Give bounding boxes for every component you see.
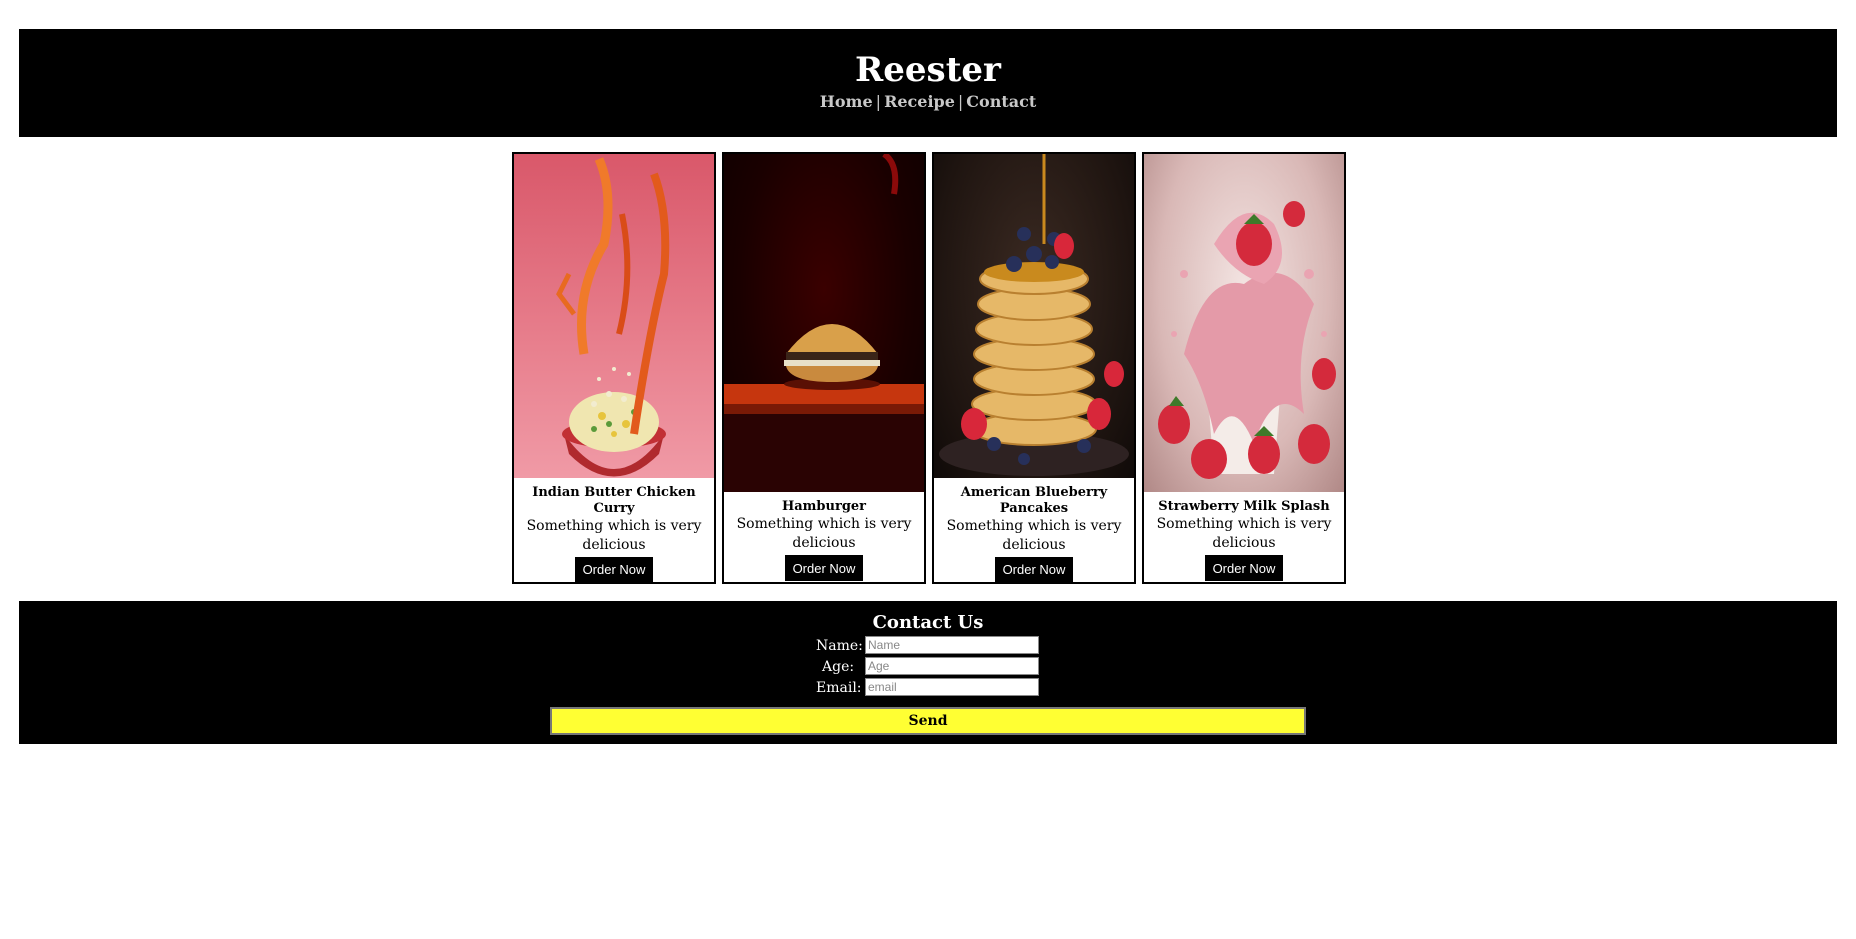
site-header: Reester Home | Receipe | Contact [19, 29, 1837, 137]
nav-separator: | [875, 92, 882, 111]
email-input[interactable] [865, 678, 1039, 696]
contact-title: Contact Us [872, 612, 984, 633]
recipe-card-milkshake: Strawberry Milk Splash Something which i… [1142, 152, 1346, 584]
recipe-card-hamburger: Hamburger Something which is very delici… [722, 152, 926, 584]
form-row-name: Name: [19, 636, 1837, 656]
nav-link-home[interactable]: Home [820, 92, 873, 111]
send-button[interactable]: Send [550, 707, 1306, 735]
card-description: Something which is very delicious [1156, 516, 1332, 551]
order-now-button[interactable]: Order Now [575, 556, 653, 582]
pancakes-image [934, 154, 1134, 478]
order-now-button[interactable]: Order Now [1205, 555, 1283, 581]
milkshake-image [1144, 154, 1344, 492]
name-label: Name: [816, 638, 863, 654]
card-title: American Blueberry Pancakes [960, 484, 1108, 516]
email-label: Email: [816, 680, 862, 696]
age-label: Age: [822, 659, 855, 675]
main-nav: Home | Receipe | Contact [19, 91, 1837, 113]
recipe-card-pancakes: American Blueberry Pancakes Something wh… [932, 152, 1136, 584]
recipe-cards: Indian Butter Chicken Curry Something wh… [512, 152, 1346, 584]
name-input[interactable] [865, 636, 1039, 654]
card-description: Something which is very delicious [526, 517, 702, 553]
card-title: Strawberry Milk Splash [1158, 499, 1330, 514]
card-description: Something which is very delicious [736, 516, 912, 551]
card-title: Hamburger [781, 499, 867, 514]
form-row-age: Age: [19, 657, 1837, 677]
nav-separator: | [957, 92, 964, 111]
curry-image [514, 154, 714, 478]
recipe-card-curry: Indian Butter Chicken Curry Something wh… [512, 152, 716, 584]
order-now-button[interactable]: Order Now [785, 555, 863, 581]
card-description: Something which is very delicious [946, 517, 1122, 553]
age-input[interactable] [865, 657, 1039, 675]
contact-section: Contact Us Name: Age: Email: Send [19, 601, 1837, 744]
nav-link-contact[interactable]: Contact [966, 92, 1036, 111]
form-row-email: Email: [19, 678, 1837, 698]
order-now-button[interactable]: Order Now [995, 556, 1073, 582]
card-title: Indian Butter Chicken Curry [532, 484, 696, 516]
nav-link-receipe[interactable]: Receipe [884, 92, 955, 111]
site-title: Reester [855, 50, 1001, 90]
hamburger-image [724, 154, 924, 492]
